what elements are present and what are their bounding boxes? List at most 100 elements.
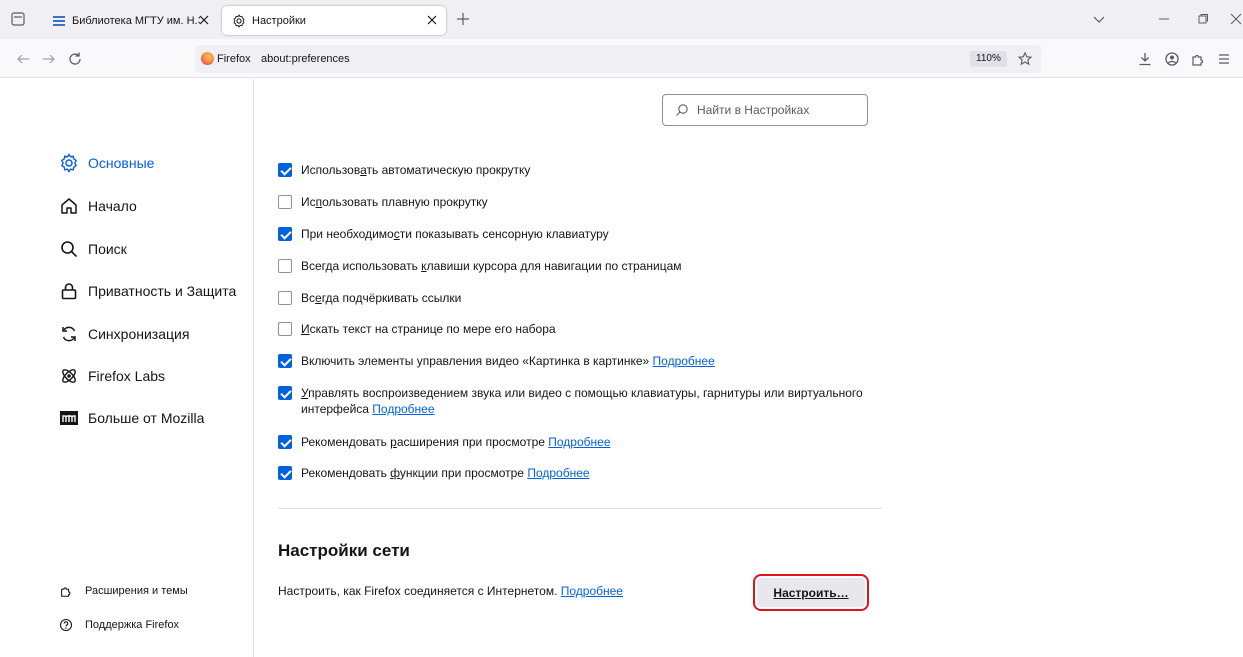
option-label: Искать текст на странице по мере его наб… [301, 322, 556, 336]
option-picture-in-picture[interactable]: Включить элементы управления видео «Карт… [278, 353, 715, 369]
option-label: Использовать плавную прокрутку [301, 195, 488, 209]
learn-more-link[interactable]: Подробнее [372, 402, 434, 416]
category-firefox-labs[interactable]: Firefox Labs [59, 361, 165, 391]
sync-icon [62, 326, 76, 342]
option-autoscroll[interactable]: Использовать автоматическую прокрутку [278, 162, 530, 178]
network-settings-heading: Настройки сети [278, 541, 410, 560]
extensions-and-themes-link[interactable]: Расширения и темы [59, 581, 188, 601]
library-favicon-icon [52, 14, 66, 28]
learn-more-link[interactable]: Подробнее [653, 354, 715, 368]
new-tab-plus-icon[interactable] [456, 12, 470, 26]
category-general[interactable]: Основные [59, 148, 154, 178]
home-icon [61, 198, 77, 214]
bookmark-star-icon[interactable] [1017, 51, 1033, 67]
identity-label: Firefox [217, 53, 251, 65]
checkbox[interactable] [278, 163, 292, 177]
button-label: Настроить… [773, 585, 849, 600]
network-settings-button[interactable]: Настроить… [753, 574, 869, 611]
category-label: Больше от Mozilla [88, 410, 205, 426]
gear-icon [232, 13, 246, 28]
chevron-down-icon[interactable] [1093, 14, 1105, 24]
option-label: Рекомендовать функции при просмотре Подр… [301, 466, 590, 480]
network-settings-description: Настроить, как Firefox соединяется с Инт… [278, 584, 623, 598]
close-tab-icon[interactable] [198, 14, 210, 26]
option-caret-browsing[interactable]: Всегда использовать клавиши курсора для … [278, 258, 682, 274]
checkbox[interactable] [278, 291, 292, 305]
category-label: Firefox Labs [88, 368, 166, 384]
close-window-icon[interactable] [1229, 12, 1243, 26]
settings-search-input[interactable]: Найти в Настройках [662, 94, 868, 126]
restore-icon[interactable] [1196, 12, 1210, 26]
categories-sidebar: Основные Начало Поиск Приватность и Защи… [0, 79, 254, 657]
category-search[interactable]: Поиск [59, 234, 127, 264]
option-find-as-you-type[interactable]: Искать текст на странице по мере его наб… [278, 321, 556, 337]
option-label: Всегда использовать клавиши курсора для … [301, 259, 682, 273]
checkbox[interactable] [278, 195, 292, 209]
category-home[interactable]: Начало [59, 191, 137, 221]
mozilla-icon [60, 411, 78, 425]
url-bar[interactable]: Firefox about:preferences 110% [195, 45, 1041, 73]
checkbox[interactable] [278, 466, 292, 480]
footer-label: Поддержка Firefox [85, 619, 180, 631]
option-label: Включить элементы управления видео «Карт… [301, 354, 715, 368]
search-icon [676, 104, 688, 116]
checkbox[interactable] [278, 386, 292, 400]
category-label: Синхронизация [88, 326, 190, 342]
downloads-icon[interactable] [1137, 51, 1153, 67]
extensions-puzzle-icon[interactable] [1190, 51, 1206, 67]
checkbox[interactable] [278, 322, 292, 336]
section-divider [278, 508, 882, 509]
option-label: Использовать автоматическую прокрутку [301, 163, 531, 177]
option-media-keys[interactable]: Управлять воспроизведением звука или вид… [278, 385, 891, 417]
category-more-from-mozilla[interactable]: Больше от Mozilla [59, 403, 204, 433]
lock-icon [61, 283, 77, 300]
option-label: При необходимости показывать сенсорную к… [301, 227, 609, 241]
checkbox[interactable] [278, 354, 292, 368]
forward-arrow-icon[interactable] [41, 51, 57, 67]
tab-title: Библиотека МГТУ им. Н.Э. Баумана [72, 14, 200, 27]
zoom-indicator[interactable]: 110% [970, 51, 1007, 67]
option-recommend-extensions[interactable]: Рекомендовать расширения при просмотре П… [278, 434, 611, 450]
learn-more-link[interactable]: Подробнее [527, 466, 589, 480]
url-text[interactable]: about:preferences [261, 53, 350, 65]
labs-icon [62, 369, 76, 383]
close-tab-icon[interactable] [426, 14, 438, 26]
firefox-logo-icon [201, 52, 214, 65]
option-recommend-features[interactable]: Рекомендовать функции при просмотре Подр… [278, 465, 590, 481]
search-placeholder: Найти в Настройках [697, 103, 810, 117]
help-icon [59, 618, 73, 632]
tab-title: Настройки [252, 14, 306, 27]
category-label: Поиск [88, 241, 127, 257]
tab-strip: Библиотека МГТУ им. Н.Э. Баумана Настрой… [0, 0, 1243, 39]
minimize-icon[interactable] [1157, 12, 1171, 26]
learn-more-link[interactable]: Подробнее [561, 584, 623, 598]
menu-hamburger-icon[interactable] [1216, 51, 1232, 67]
category-label: Основные [88, 155, 155, 171]
option-smooth-scroll[interactable]: Использовать плавную прокрутку [278, 194, 488, 210]
category-label: Начало [88, 198, 137, 214]
firefox-support-link[interactable]: Поддержка Firefox [59, 615, 179, 635]
option-underline-links[interactable]: Всегда подчёркивать ссылки [278, 290, 461, 306]
footer-label: Расширения и темы [85, 585, 188, 597]
gear-icon [61, 153, 77, 173]
option-label: Рекомендовать расширения при просмотре П… [301, 435, 611, 449]
learn-more-link[interactable]: Подробнее [548, 435, 610, 449]
option-label: Управлять воспроизведением звука или вид… [301, 386, 863, 416]
option-label: Всегда подчёркивать ссылки [301, 291, 462, 305]
category-privacy[interactable]: Приватность и Защита [59, 276, 236, 306]
checkbox[interactable] [278, 227, 292, 241]
category-sync[interactable]: Синхронизация [59, 319, 189, 349]
navigation-toolbar: Firefox about:preferences 110% [0, 39, 1243, 78]
list-all-tabs-icon[interactable] [10, 11, 26, 27]
tab-settings[interactable]: Настройки [222, 6, 446, 35]
category-label: Приватность и Защита [88, 283, 237, 299]
back-arrow-icon[interactable] [15, 51, 31, 67]
search-icon [61, 241, 78, 258]
option-touch-keyboard[interactable]: При необходимости показывать сенсорную к… [278, 226, 609, 242]
checkbox[interactable] [278, 259, 292, 273]
reload-icon[interactable] [67, 51, 83, 67]
checkbox[interactable] [278, 435, 292, 449]
extensions-icon [61, 587, 71, 597]
account-icon[interactable] [1164, 51, 1180, 67]
tab-library[interactable]: Библиотека МГТУ им. Н.Э. Баумана [40, 6, 218, 35]
